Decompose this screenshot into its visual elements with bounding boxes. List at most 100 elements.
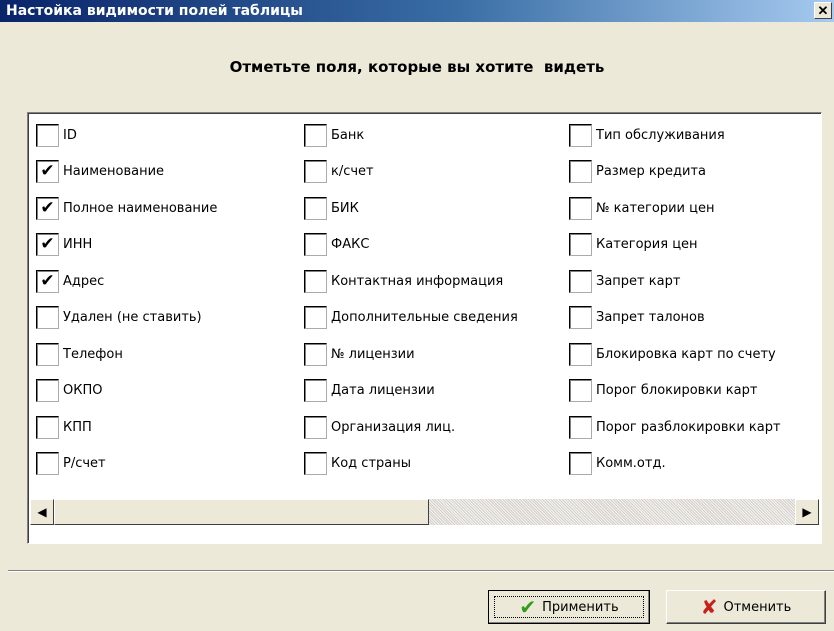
- field-option[interactable]: Категория цен: [569, 231, 698, 259]
- field-checkbox[interactable]: [569, 196, 592, 220]
- field-checkbox[interactable]: ✔: [36, 160, 59, 183]
- field-option[interactable]: ОКПО: [36, 377, 102, 405]
- field-option[interactable]: Удален (не ставить): [36, 304, 202, 332]
- field-checkbox[interactable]: ✔: [36, 196, 59, 220]
- field-checkbox[interactable]: [304, 415, 327, 439]
- field-checkbox[interactable]: [569, 452, 592, 475]
- field-checkbox[interactable]: [304, 379, 327, 402]
- close-icon: ✕: [817, 3, 829, 18]
- field-label: БИК: [331, 200, 359, 216]
- field-label: ОКПО: [63, 383, 103, 398]
- field-checkbox[interactable]: [36, 379, 59, 402]
- field-label: Комм.отд.: [596, 456, 666, 471]
- field-label: Р/счет: [63, 456, 106, 471]
- field-label: Адрес: [63, 273, 105, 289]
- field-checkbox[interactable]: [36, 123, 59, 147]
- field-option[interactable]: Порог разблокировки карт: [569, 413, 781, 441]
- field-checkbox[interactable]: [304, 342, 327, 366]
- field-option[interactable]: ✔ Наименование: [36, 158, 164, 186]
- window-title: Настойка видимости полей таблицы: [6, 3, 303, 19]
- field-label: к/счет: [331, 164, 374, 179]
- field-label: ID: [63, 127, 77, 143]
- close-button[interactable]: ✕: [814, 2, 832, 19]
- field-checkbox[interactable]: [304, 452, 327, 475]
- instruction-heading: Отметьте поля, которые вы хотите видеть: [229, 58, 605, 76]
- field-checkbox[interactable]: [569, 342, 592, 366]
- field-label: № категории цен: [596, 200, 715, 216]
- field-checkbox[interactable]: ✔: [36, 233, 59, 256]
- field-option[interactable]: Банк: [304, 121, 364, 149]
- field-label: Запрет карт: [596, 273, 681, 289]
- field-option[interactable]: Запрет талонов: [569, 304, 705, 332]
- x-icon: ✘: [700, 595, 718, 619]
- field-checkbox[interactable]: [304, 123, 327, 147]
- field-option[interactable]: Телефон: [36, 340, 123, 368]
- apply-button[interactable]: ✔ Применить: [488, 590, 650, 624]
- field-option[interactable]: к/счет: [304, 158, 374, 186]
- arrow-left-icon: ◀: [37, 505, 47, 519]
- field-option[interactable]: Порог блокировки карт: [569, 377, 757, 405]
- field-option[interactable]: № лицензии: [304, 340, 415, 368]
- field-checkbox[interactable]: [569, 233, 592, 256]
- field-option[interactable]: ✔ Адрес: [36, 267, 104, 295]
- field-label: Телефон: [63, 346, 123, 362]
- field-option[interactable]: КПП: [36, 413, 92, 441]
- horizontal-scrollbar[interactable]: ◀ ▶: [30, 499, 819, 525]
- field-checkbox[interactable]: [569, 160, 592, 183]
- scroll-right-button[interactable]: ▶: [795, 499, 819, 525]
- scroll-left-button[interactable]: ◀: [30, 499, 54, 525]
- field-label: Блокировка карт по счету: [596, 346, 776, 362]
- field-option[interactable]: Дополнительные сведения: [304, 304, 518, 332]
- field-label: Порог блокировки карт: [596, 383, 758, 398]
- checkmark-icon: ✔: [40, 270, 55, 291]
- field-label: Запрет талонов: [596, 310, 705, 325]
- field-checkbox[interactable]: [304, 196, 327, 220]
- checkmark-icon: ✔: [40, 197, 55, 218]
- field-checkbox[interactable]: [304, 233, 327, 256]
- field-option[interactable]: Р/счет: [36, 450, 106, 478]
- field-checkbox[interactable]: [36, 415, 59, 439]
- field-label: Порог разблокировки карт: [596, 419, 781, 435]
- field-checkbox[interactable]: [304, 160, 327, 183]
- field-checkbox[interactable]: [569, 269, 592, 293]
- field-checkbox[interactable]: [304, 269, 327, 293]
- field-option[interactable]: ФАКС: [304, 231, 369, 259]
- field-option[interactable]: Организация лиц.: [304, 413, 455, 441]
- title-bar: Настойка видимости полей таблицы ✕: [0, 0, 834, 22]
- scrollbar-thumb[interactable]: [54, 499, 429, 525]
- field-label: Контактная информация: [331, 273, 504, 289]
- arrow-right-icon: ▶: [802, 505, 812, 519]
- field-checkbox[interactable]: [569, 123, 592, 147]
- field-checkbox[interactable]: [569, 415, 592, 439]
- field-option[interactable]: Запрет карт: [569, 267, 680, 295]
- field-option[interactable]: Комм.отд.: [569, 450, 666, 478]
- field-option[interactable]: БИК: [304, 194, 359, 222]
- field-option[interactable]: ✔ ИНН: [36, 231, 92, 259]
- field-option[interactable]: Размер кредита: [569, 158, 706, 186]
- field-checkbox[interactable]: [569, 379, 592, 402]
- cancel-button[interactable]: ✘ Отменить: [666, 590, 826, 624]
- checkmark-icon: ✔: [40, 234, 55, 254]
- field-option[interactable]: Блокировка карт по счету: [569, 340, 776, 368]
- field-label: Тип обслуживания: [596, 127, 725, 143]
- field-checkbox[interactable]: [36, 342, 59, 366]
- field-option[interactable]: № категории цен: [569, 194, 714, 222]
- field-label: ФАКС: [331, 237, 370, 252]
- field-label: Категория цен: [596, 237, 698, 252]
- fields-panel: ID ✔ Наименование ✔ Полное наименование ✔ ИНН ✔…: [27, 112, 822, 544]
- field-checkbox[interactable]: [36, 306, 59, 329]
- field-label: Размер кредита: [596, 164, 706, 179]
- cancel-button-label: Отменить: [723, 599, 792, 615]
- field-option[interactable]: ✔ Полное наименование: [36, 194, 217, 222]
- field-option[interactable]: Контактная информация: [304, 267, 503, 295]
- field-option[interactable]: Тип обслуживания: [569, 121, 725, 149]
- field-checkbox[interactable]: [36, 452, 59, 475]
- field-option[interactable]: Дата лицензии: [304, 377, 435, 405]
- field-checkbox[interactable]: [569, 306, 592, 329]
- field-option[interactable]: ID: [36, 121, 77, 149]
- field-option[interactable]: Код страны: [304, 450, 411, 478]
- field-label: ИНН: [63, 237, 93, 252]
- field-checkbox[interactable]: [304, 306, 327, 329]
- focus-rectangle: [494, 596, 644, 618]
- field-checkbox[interactable]: ✔: [36, 269, 59, 293]
